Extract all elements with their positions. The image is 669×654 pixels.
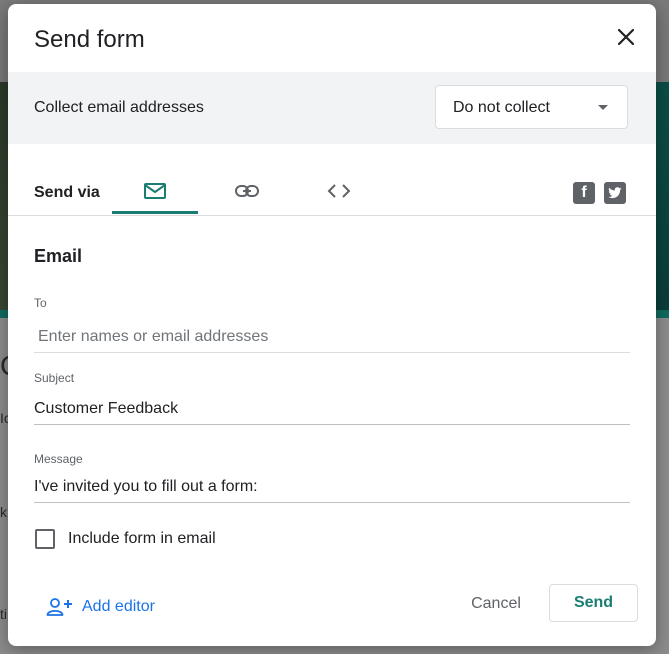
- tabs-divider: [8, 215, 656, 216]
- background-text-fragment: ti: [0, 606, 7, 622]
- include-form-label[interactable]: Include form in email: [68, 530, 216, 548]
- add-editor-button[interactable]: Add editor: [46, 594, 155, 620]
- collect-email-row: Collect email addresses Do not collect: [8, 72, 656, 144]
- tab-link[interactable]: [204, 174, 290, 214]
- to-field[interactable]: Enter names or email addresses: [34, 322, 630, 353]
- email-icon: [144, 183, 166, 199]
- collect-email-selected-value: Do not collect: [453, 99, 550, 116]
- background-text-fragment: k: [0, 504, 7, 520]
- dropdown-caret-icon: [598, 105, 608, 110]
- tab-email[interactable]: [112, 174, 198, 214]
- to-placeholder: Enter names or email addresses: [38, 328, 269, 345]
- send-form-dialog: Send form Collect email addresses Do not…: [8, 4, 656, 646]
- close-button[interactable]: [612, 23, 640, 51]
- facebook-icon: f: [581, 184, 587, 201]
- send-via-label: Send via: [34, 184, 100, 201]
- subject-value: Customer Feedback: [34, 400, 179, 417]
- add-editor-label: Add editor: [82, 598, 155, 615]
- collect-email-label: Collect email addresses: [34, 99, 204, 116]
- include-form-checkbox[interactable]: [35, 529, 55, 549]
- email-section-title: Email: [34, 246, 83, 266]
- cancel-button[interactable]: Cancel: [453, 584, 539, 624]
- message-label: Message: [34, 452, 83, 466]
- share-twitter-button[interactable]: [604, 182, 626, 204]
- link-icon: [235, 185, 259, 197]
- send-button[interactable]: Send: [549, 584, 638, 622]
- tab-embed[interactable]: [296, 174, 382, 214]
- to-label: To: [34, 296, 47, 310]
- close-icon: [617, 28, 635, 46]
- share-facebook-button[interactable]: f: [573, 182, 595, 204]
- collect-email-select[interactable]: Do not collect: [435, 85, 628, 129]
- message-field[interactable]: I've invited you to fill out a form:: [34, 472, 630, 503]
- subject-label: Subject: [34, 371, 75, 385]
- twitter-icon: [608, 187, 622, 199]
- embed-code-icon: [327, 184, 351, 198]
- subject-field[interactable]: Customer Feedback: [34, 394, 630, 425]
- active-tab-indicator: [112, 211, 198, 214]
- dialog-title: Send form: [34, 26, 145, 53]
- message-value: I've invited you to fill out a form:: [34, 478, 258, 495]
- add-person-icon: [46, 598, 72, 616]
